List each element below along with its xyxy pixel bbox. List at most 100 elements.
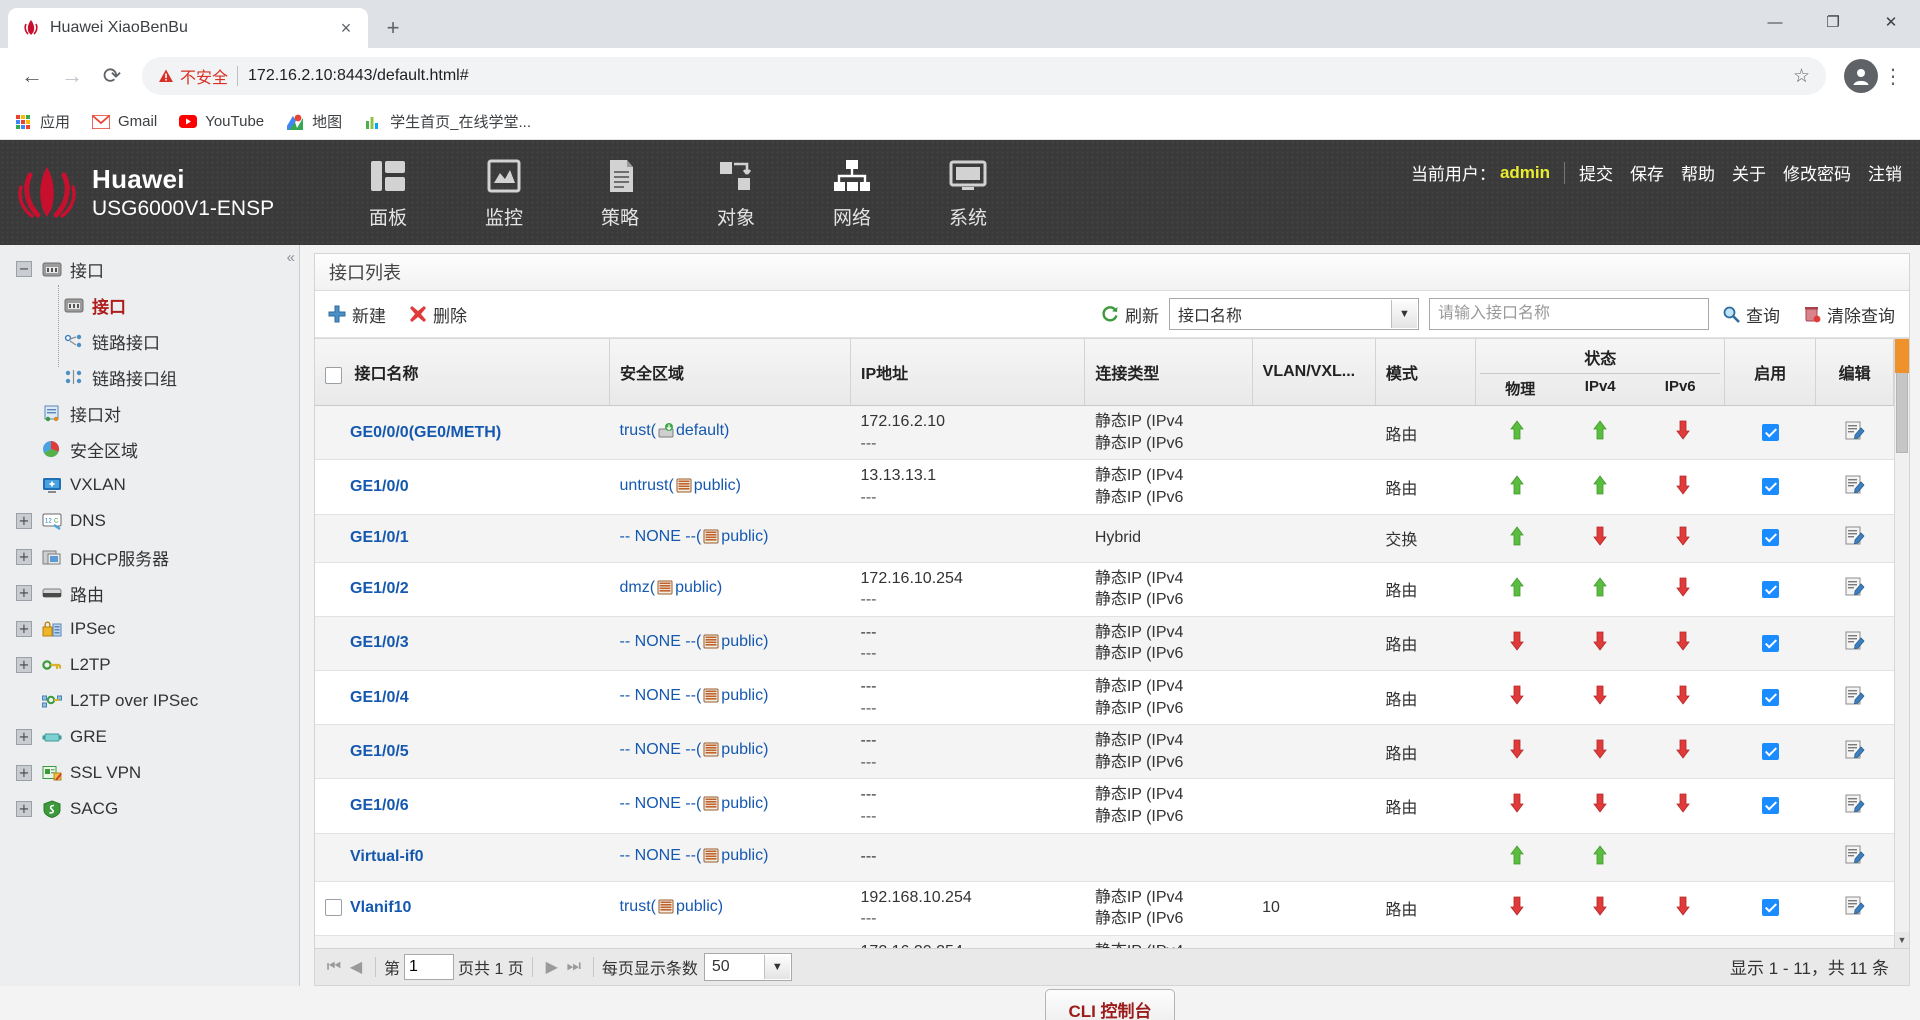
last-page-icon[interactable]: ⏭ bbox=[563, 956, 585, 978]
cell-interface-name[interactable]: Vlanif20 bbox=[315, 935, 610, 948]
zone-link[interactable]: public) bbox=[694, 477, 741, 494]
sidebar-item-security-zone[interactable]: 安全区域 bbox=[0, 431, 299, 467]
cell-security-zone[interactable]: -- NONE --(public) bbox=[609, 724, 851, 780]
scroll-down-icon[interactable]: ▼ bbox=[1895, 931, 1909, 948]
edit-icon[interactable] bbox=[1845, 845, 1865, 868]
cell-enable[interactable] bbox=[1724, 881, 1816, 936]
per-page-select[interactable]: 50 ▼ bbox=[703, 952, 792, 981]
table-row[interactable]: Virtual-if0 -- NONE --(public) --- bbox=[315, 833, 1894, 882]
sidebar-item-link-interface-group[interactable]: 链路接口组 bbox=[0, 359, 299, 395]
interface-name-link[interactable]: GE1/0/1 bbox=[350, 529, 409, 546]
table-row[interactable]: Vlanif20trust(public)172.16.20.254---静态I… bbox=[315, 935, 1894, 948]
header-link-about[interactable]: 关于 bbox=[1732, 160, 1766, 185]
zone-link[interactable]: -- NONE --( bbox=[620, 687, 702, 704]
cell-edit[interactable] bbox=[1815, 935, 1894, 948]
sidebar-item-ssl-vpn[interactable]: + SSL VPN bbox=[0, 755, 299, 791]
cell-edit[interactable] bbox=[1815, 881, 1894, 936]
cell-interface-name[interactable]: Virtual-if0 bbox=[315, 833, 610, 882]
header-link-change-password[interactable]: 修改密码 bbox=[1783, 160, 1851, 185]
edit-icon[interactable] bbox=[1845, 421, 1865, 444]
sidebar-item-interface[interactable]: 接口 bbox=[0, 287, 299, 323]
table-row[interactable]: Vlanif10 trust(public) 192.168.10.254 --- 静态… bbox=[315, 881, 1894, 936]
table-row[interactable]: GE1/0/5 -- NONE --(public) --- --- 静态IP (IPv… bbox=[315, 724, 1894, 780]
sidebar-item-interface-root[interactable]: − 接口 bbox=[0, 251, 299, 287]
next-page-icon[interactable]: ▶ bbox=[541, 956, 563, 978]
edit-icon[interactable] bbox=[1845, 686, 1865, 709]
header-link-save[interactable]: 保存 bbox=[1630, 160, 1664, 185]
cell-security-zone[interactable]: dmz(public) bbox=[609, 562, 851, 617]
sidebar-item-route[interactable]: + 路由 bbox=[0, 575, 299, 611]
cell-enable[interactable] bbox=[1724, 935, 1816, 948]
nav-item-monitor[interactable]: 监控 bbox=[446, 149, 562, 237]
bookmark-gmail[interactable]: Gmail bbox=[92, 113, 157, 131]
enable-checkbox[interactable] bbox=[1761, 424, 1779, 442]
address-bar[interactable]: 不安全 172.16.2.10:8443/default.html# ☆ bbox=[142, 57, 1826, 95]
cell-enable[interactable] bbox=[1724, 405, 1816, 461]
filter-field-select[interactable]: 接口名称 ▼ bbox=[1169, 298, 1419, 331]
table-vertical-scrollbar[interactable]: ▲ ▼ bbox=[1894, 339, 1909, 948]
search-input[interactable] bbox=[1429, 298, 1709, 331]
zone-link[interactable]: untrust( bbox=[620, 477, 674, 494]
sidebar-item-gre[interactable]: + GRE bbox=[0, 719, 299, 755]
cell-enable[interactable] bbox=[1724, 514, 1816, 563]
new-button[interactable]: 新建 bbox=[327, 302, 386, 327]
cell-interface-name[interactable]: GE1/0/3 bbox=[315, 616, 610, 672]
sidebar-item-ipsec[interactable]: + IPSec bbox=[0, 611, 299, 647]
zone-link[interactable]: public) bbox=[675, 579, 722, 596]
interface-name-link[interactable]: GE1/0/6 bbox=[350, 797, 409, 814]
expand-toggle-icon[interactable]: + bbox=[16, 657, 32, 673]
back-icon[interactable]: ← bbox=[12, 56, 52, 96]
table-row[interactable]: GE0/0/0(GE0/METH) trust(default) 172.16.2.… bbox=[315, 405, 1894, 461]
sidebar-item-vxlan[interactable]: VXLAN bbox=[0, 467, 299, 503]
zone-link[interactable]: public) bbox=[721, 847, 768, 864]
nav-item-network[interactable]: 网络 bbox=[794, 149, 910, 237]
avatar[interactable] bbox=[1844, 59, 1878, 93]
cell-edit[interactable] bbox=[1815, 616, 1894, 672]
nav-item-object[interactable]: 对象 bbox=[678, 149, 794, 237]
sidebar-item-dns[interactable]: + 12 C DNS bbox=[0, 503, 299, 539]
bookmark-student-home[interactable]: 学生首页_在线学堂... bbox=[364, 111, 531, 132]
cell-enable[interactable] bbox=[1724, 724, 1816, 780]
edit-icon[interactable] bbox=[1845, 740, 1865, 763]
cell-security-zone[interactable]: -- NONE --(public) bbox=[609, 778, 851, 834]
nav-item-dashboard[interactable]: 面板 bbox=[330, 149, 446, 237]
expand-toggle-icon[interactable]: + bbox=[16, 801, 32, 817]
cell-security-zone[interactable]: untrust( public) bbox=[609, 459, 851, 515]
zone-link[interactable]: public) bbox=[721, 633, 768, 650]
expand-toggle-icon[interactable]: + bbox=[16, 585, 32, 601]
cell-edit[interactable] bbox=[1815, 459, 1894, 515]
select-all-checkbox[interactable] bbox=[325, 366, 342, 384]
query-button[interactable]: 查询 bbox=[1721, 302, 1780, 327]
cell-enable[interactable] bbox=[1724, 670, 1816, 726]
sidebar-item-l2tp[interactable]: + L2TP bbox=[0, 647, 299, 683]
sidebar-item-sacg[interactable]: + SACG bbox=[0, 791, 299, 827]
table-row[interactable]: GE1/0/6 -- NONE --(public) --- --- 静态IP (IPv… bbox=[315, 778, 1894, 834]
zone-link[interactable]: trust( bbox=[620, 422, 656, 439]
zone-link[interactable]: public) bbox=[721, 795, 768, 812]
bookmark-star-icon[interactable]: ☆ bbox=[1793, 65, 1810, 88]
header-link-logout[interactable]: 注销 bbox=[1868, 160, 1902, 185]
cell-edit[interactable] bbox=[1815, 670, 1894, 726]
zone-link[interactable]: public) bbox=[721, 687, 768, 704]
cell-enable[interactable] bbox=[1724, 833, 1816, 882]
interface-name-link[interactable]: GE1/0/2 bbox=[350, 580, 409, 597]
table-row[interactable]: GE1/0/1 -- NONE --(public) Hybrid 交换 bbox=[315, 514, 1894, 563]
bookmark-apps[interactable]: 应用 bbox=[14, 111, 70, 132]
cell-enable[interactable] bbox=[1724, 562, 1816, 617]
maximize-icon[interactable]: ❐ bbox=[1804, 0, 1862, 44]
enable-checkbox[interactable] bbox=[1761, 743, 1779, 761]
bookmark-youtube[interactable]: YouTube bbox=[179, 113, 264, 131]
table-row[interactable]: GE1/0/2 dmz(public) 172.16.10.254 --- 静态IP (… bbox=[315, 562, 1894, 617]
browser-menu-icon[interactable]: ⋮ bbox=[1878, 59, 1908, 93]
edit-icon[interactable] bbox=[1845, 896, 1865, 919]
sidebar-item-interface-pair[interactable]: 接口对 bbox=[0, 395, 299, 431]
first-page-icon[interactable]: ⏮ bbox=[323, 956, 345, 978]
zone-link[interactable]: default) bbox=[676, 422, 729, 439]
clear-query-button[interactable]: 清除查询 bbox=[1802, 302, 1895, 327]
forward-icon[interactable]: → bbox=[52, 56, 92, 96]
cell-edit[interactable] bbox=[1815, 778, 1894, 834]
cell-security-zone[interactable]: trust(public) bbox=[609, 935, 851, 948]
expand-toggle-icon[interactable]: + bbox=[16, 513, 32, 529]
expand-toggle-icon[interactable]: + bbox=[16, 765, 32, 781]
nav-item-policy[interactable]: 策略 bbox=[562, 149, 678, 237]
